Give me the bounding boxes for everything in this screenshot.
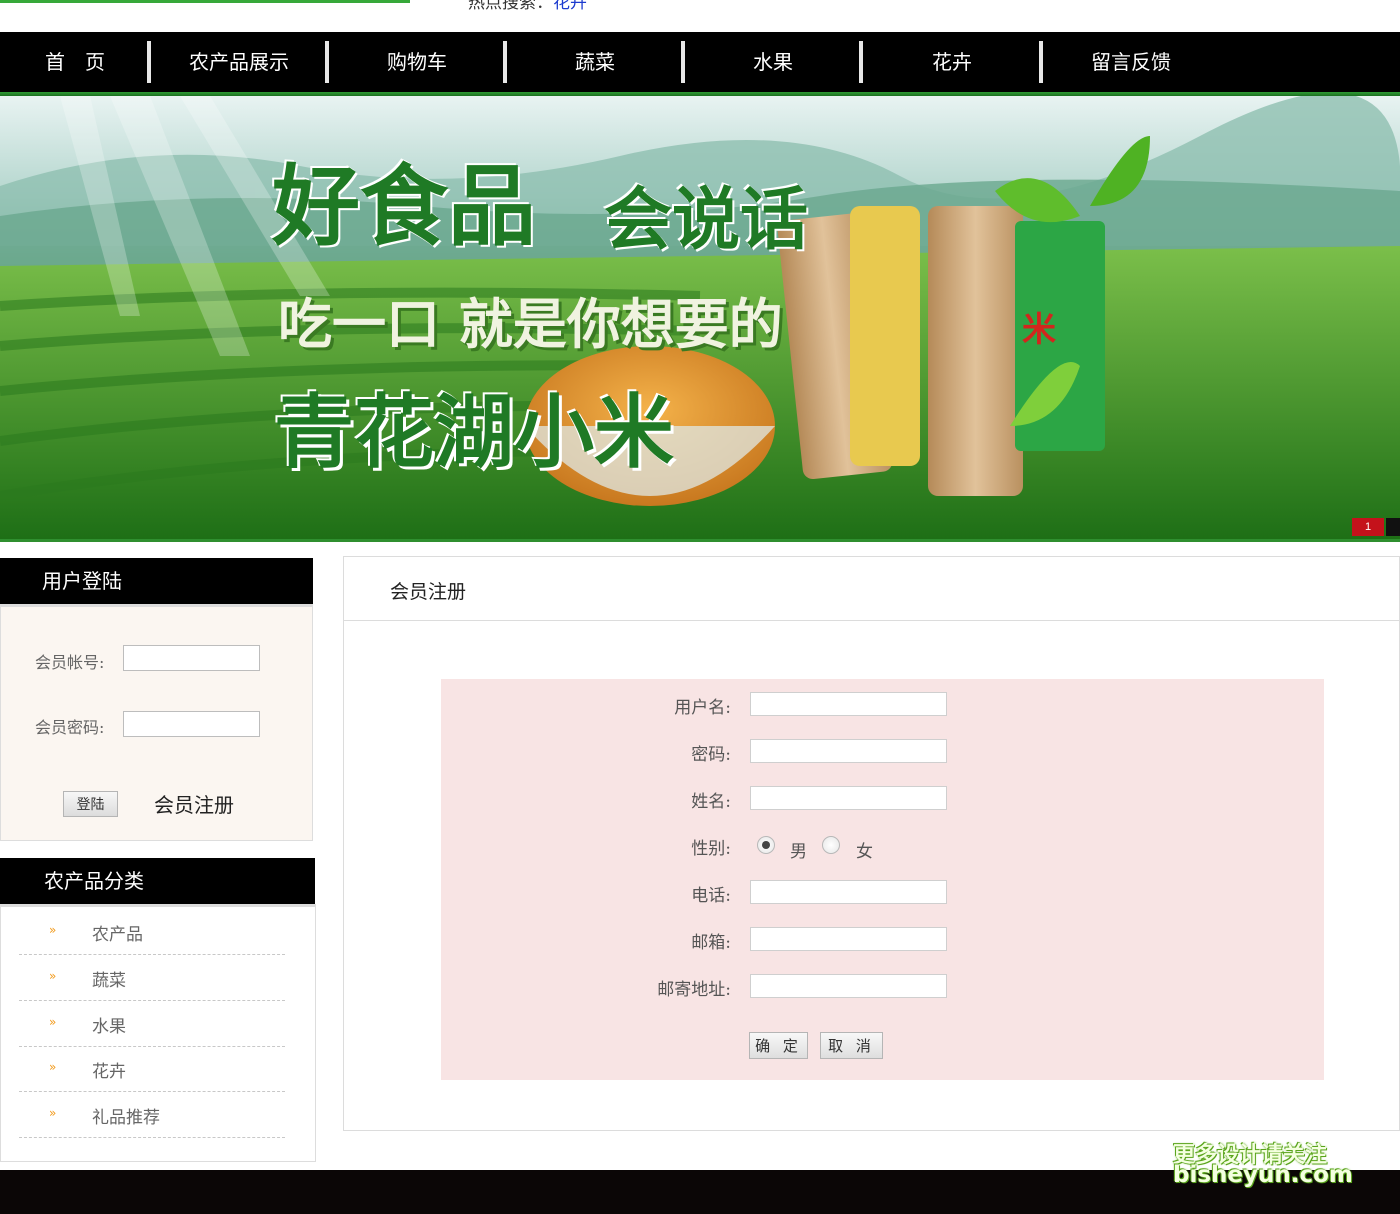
address-input[interactable] xyxy=(750,974,947,998)
double-chevron-icon: » xyxy=(49,1106,57,1120)
email-label: 邮箱: xyxy=(691,933,731,953)
account-input[interactable] xyxy=(123,645,260,671)
username-input[interactable] xyxy=(750,692,947,716)
category-item-gifts[interactable]: » 礼品推荐 xyxy=(19,1092,285,1138)
nav-item-fruit[interactable]: 水果 xyxy=(684,32,862,92)
top-green-line xyxy=(0,0,410,3)
phone-input[interactable] xyxy=(750,880,947,904)
category-panel-header: 农产品分类 xyxy=(0,858,315,904)
register-panel: 会员注册 用户名: 密码: 姓名: 性别: 男 女 电话: 邮箱: 邮寄地址: … xyxy=(343,556,1400,1131)
gender-male-label: 男 xyxy=(790,842,807,862)
gender-female-radio[interactable] xyxy=(822,836,840,854)
nav-item-home[interactable]: 首 页 xyxy=(0,32,150,92)
top-strip: 热点搜索：花卉 xyxy=(0,0,1400,32)
slide-pager-1[interactable]: 1 xyxy=(1352,518,1384,536)
name-label: 姓名: xyxy=(691,792,731,812)
register-form: 用户名: 密码: 姓名: 性别: 男 女 电话: 邮箱: 邮寄地址: 确 定 取… xyxy=(441,679,1324,1080)
reg-password-label: 密码: xyxy=(691,745,731,765)
username-label: 用户名: xyxy=(674,698,731,718)
hot-search-link[interactable]: 花卉 xyxy=(553,0,587,13)
password-input[interactable] xyxy=(123,711,260,737)
nav-item-feedback[interactable]: 留言反馈 xyxy=(1042,32,1220,92)
category-item-vegetables[interactable]: » 蔬菜 xyxy=(19,955,285,1001)
gender-label: 性别: xyxy=(691,839,731,859)
category-label: 水果 xyxy=(92,1017,126,1037)
slide-pager-next[interactable] xyxy=(1386,518,1400,536)
page-title: 会员注册 xyxy=(390,581,467,603)
category-item-agri[interactable]: » 农产品 xyxy=(19,909,285,955)
category-label: 花卉 xyxy=(92,1062,126,1082)
category-item-flowers[interactable]: » 花卉 xyxy=(19,1046,285,1092)
category-item-fruit[interactable]: » 水果 xyxy=(19,1001,285,1047)
nav-item-flowers[interactable]: 花卉 xyxy=(862,32,1042,92)
double-chevron-icon: » xyxy=(49,969,57,983)
hot-search: 热点搜索：花卉 xyxy=(468,0,587,13)
category-panel: » 农产品 » 蔬菜 » 水果 » 花卉 » 礼品推荐 xyxy=(0,904,316,1162)
main-nav: 首 页 农产品展示 购物车 蔬菜 水果 花卉 留言反馈 xyxy=(0,32,1400,92)
banner-brand: 青花湖小米 xyxy=(274,385,674,479)
double-chevron-icon: » xyxy=(49,1015,57,1029)
login-panel-header: 用户登陆 xyxy=(0,558,313,604)
gender-female-label: 女 xyxy=(856,842,873,862)
banner-green-line xyxy=(0,539,1400,542)
gender-male-radio[interactable] xyxy=(757,836,775,854)
register-link[interactable]: 会员注册 xyxy=(154,789,234,818)
watermark-line-2: bisheyun.com xyxy=(1173,1162,1353,1188)
nav-item-products[interactable]: 农产品展示 xyxy=(150,32,328,92)
double-chevron-icon: » xyxy=(49,923,57,937)
account-label: 会员帐号: xyxy=(35,653,105,672)
password-label: 会员密码: xyxy=(35,718,105,737)
name-input[interactable] xyxy=(750,786,947,810)
category-label: 农产品 xyxy=(92,925,143,945)
email-input[interactable] xyxy=(750,927,947,951)
category-label: 蔬菜 xyxy=(92,971,126,991)
hero-banner: 好食品 会说话 吃一口 就是你想要的 青花湖小米 米 1 xyxy=(0,96,1400,539)
address-label: 邮寄地址: xyxy=(657,980,731,1000)
login-button[interactable]: 登陆 xyxy=(63,791,118,817)
register-title-bar: 会员注册 xyxy=(344,557,1400,621)
submit-button[interactable]: 确 定 xyxy=(749,1032,808,1059)
banner-headline-1: 好食品 xyxy=(272,154,537,258)
category-label: 礼品推荐 xyxy=(92,1108,160,1128)
bag-label: 米 xyxy=(1022,310,1056,350)
cancel-button[interactable]: 取 消 xyxy=(820,1032,883,1059)
banner-slogan: 吃一口 就是你想要的 xyxy=(278,293,783,356)
reg-password-input[interactable] xyxy=(750,739,947,763)
nav-item-cart[interactable]: 购物车 xyxy=(328,32,506,92)
banner-headline-2: 会说话 xyxy=(604,180,809,260)
nav-item-vegetables[interactable]: 蔬菜 xyxy=(506,32,684,92)
login-panel: 会员帐号: 会员密码: 登陆 会员注册 xyxy=(0,604,313,841)
phone-label: 电话: xyxy=(691,886,731,906)
double-chevron-icon: » xyxy=(49,1060,57,1074)
hot-search-label: 热点搜索： xyxy=(468,0,553,13)
